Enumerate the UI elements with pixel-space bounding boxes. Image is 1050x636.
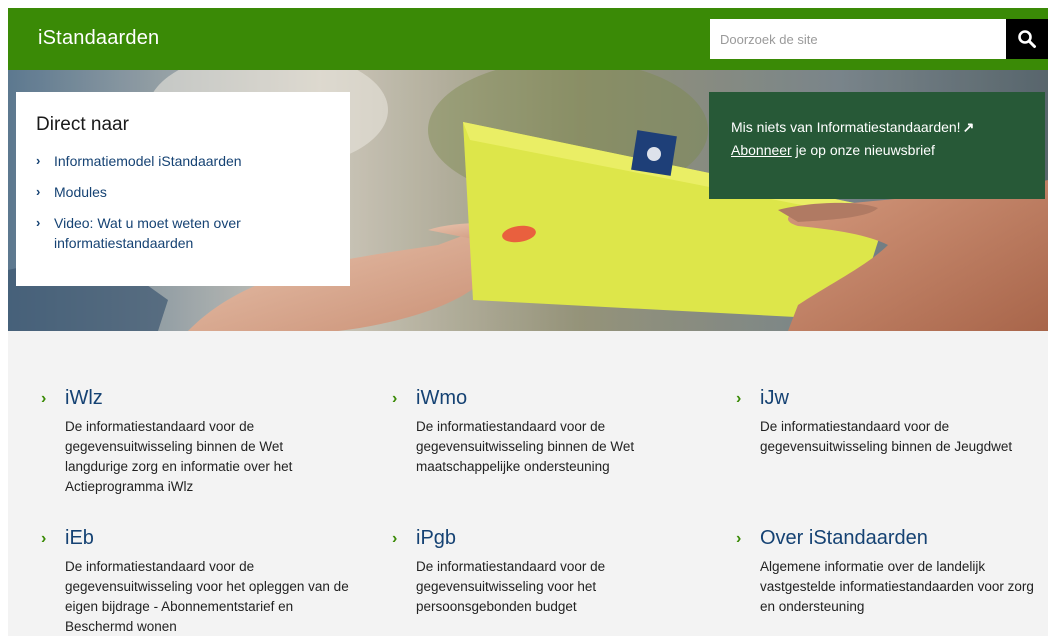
card-title-link[interactable]: iEb: [65, 527, 94, 550]
direct-link-label[interactable]: Informatiemodel iStandaarden: [54, 153, 242, 169]
page: iStandaarden Doorzoek de site Direct naa…: [0, 0, 1050, 636]
chevron-right-icon: ›: [736, 530, 742, 547]
card-title-link[interactable]: Over iStandaarden: [760, 527, 928, 550]
chevron-right-icon: ›: [41, 390, 47, 407]
direct-link-informatiemodel[interactable]: › Informatiemodel iStandaarden: [36, 151, 330, 171]
direct-link-modules[interactable]: › Modules: [36, 182, 330, 202]
search-button[interactable]: [1006, 19, 1048, 59]
card-description: De informatiestandaard voor de gegevensu…: [416, 419, 635, 474]
newsletter-heading: Mis niets van Informatiestandaarden!: [731, 119, 961, 135]
chevron-right-icon: ›: [36, 215, 41, 230]
chevron-right-icon: ›: [41, 530, 47, 547]
newsletter-panel: Mis niets van Informatiestandaarden! ↗ Ab…: [709, 92, 1045, 199]
chevron-right-icon: ›: [36, 153, 41, 168]
direct-link-label[interactable]: Modules: [54, 184, 107, 200]
newsletter-line2: Abonneer je op onze nieuwsbrief: [731, 139, 1025, 162]
chevron-right-icon: ›: [392, 390, 398, 407]
chevron-right-icon: ›: [736, 390, 742, 407]
external-link-icon: ↗: [962, 119, 975, 135]
card-title-link[interactable]: iPgb: [416, 527, 456, 550]
site-logo-text[interactable]: iStandaarden: [38, 27, 159, 50]
newsletter-text: je op onze nieuwsbrief: [791, 142, 935, 158]
newsletter-line1: Mis niets van Informatiestandaarden! ↗: [731, 116, 1025, 139]
search-input[interactable]: [710, 19, 1006, 59]
standards-section: › iWlz De informatiestandaard voor de ge…: [8, 331, 1048, 636]
card-description: De informatiestandaard voor de gegevensu…: [760, 419, 1013, 454]
site-header: iStandaarden: [8, 8, 1048, 70]
card-description: De informatiestandaard voor de gegevensu…: [65, 419, 293, 494]
card-title-link[interactable]: iJw: [760, 387, 789, 410]
search-icon: [1018, 30, 1036, 48]
card-description: De informatiestandaard voor de gegevensu…: [416, 559, 606, 614]
card-title-link[interactable]: iWlz: [65, 387, 103, 410]
card-description: De informatiestandaard voor de gegevensu…: [65, 559, 349, 634]
card-description: Algemene informatie over de landelijk va…: [760, 559, 1034, 614]
direct-naar-panel: Direct naar › Informatiemodel iStandaarde…: [16, 92, 350, 286]
chevron-right-icon: ›: [36, 184, 41, 199]
card-title-link[interactable]: iWmo: [416, 387, 467, 410]
chevron-right-icon: ›: [392, 530, 398, 547]
direct-link-label[interactable]: Video: Wat u moet weten over informaties…: [54, 215, 241, 251]
subscribe-link[interactable]: Abonneer: [731, 142, 792, 158]
direct-naar-title: Direct naar: [36, 114, 129, 135]
direct-naar-list: › Informatiemodel iStandaarden › Modules ›…: [36, 151, 330, 253]
direct-link-video[interactable]: › Video: Wat u moet weten over informatie…: [36, 213, 330, 253]
